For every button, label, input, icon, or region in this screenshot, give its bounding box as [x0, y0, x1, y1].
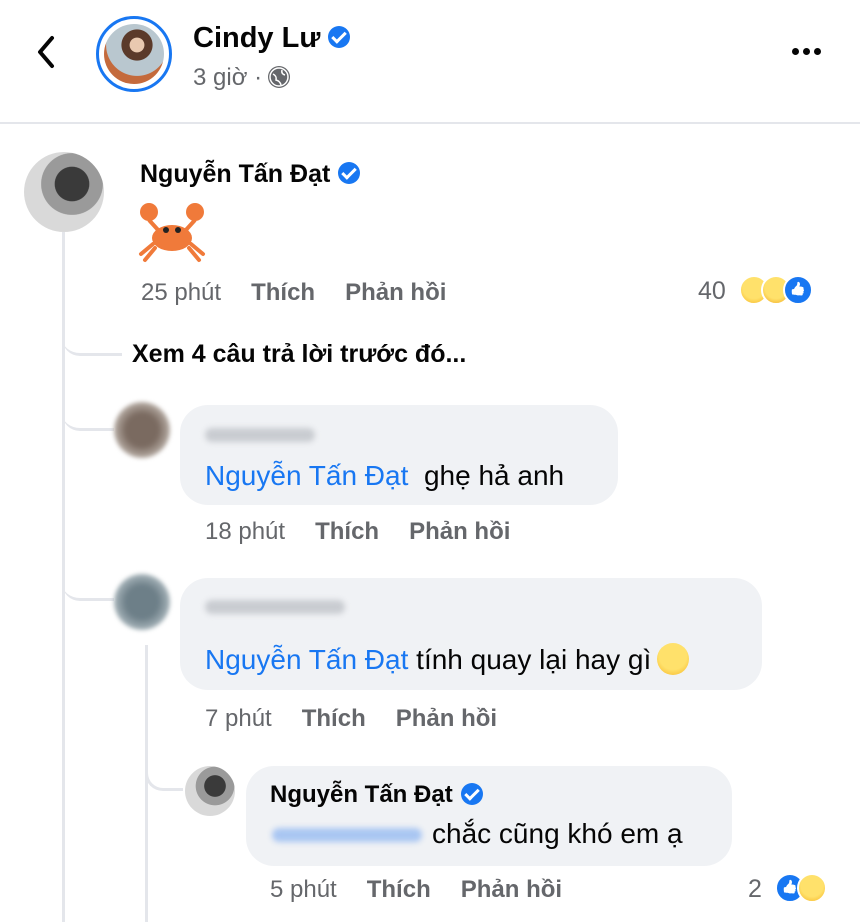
reply-button[interactable]: Phản hồi: [396, 705, 497, 732]
like-button[interactable]: Thích: [251, 279, 315, 306]
reply-button[interactable]: Phản hồi: [409, 518, 510, 545]
verified-badge-icon: [328, 26, 351, 49]
verified-badge-icon: [338, 162, 361, 185]
commenter-avatar[interactable]: [24, 152, 104, 232]
post-time-text: 3 giờ ·: [193, 64, 263, 91]
reply-button[interactable]: Phản hồi: [461, 876, 562, 903]
reaction-summary[interactable]: 2: [748, 873, 827, 905]
reaction-count: 40: [698, 277, 726, 305]
comment-text: Nguyễn Tấn Đạt tính quay lại hay gì: [205, 642, 690, 678]
comment-meta: 7 phút Thích Phản hồi: [205, 705, 497, 733]
post-header: Cindy Lư 3 giờ ·: [0, 0, 860, 122]
commenter-name[interactable]: Nguyễn Tấn Đạt: [140, 160, 361, 189]
page-name-text: Cindy Lư: [193, 22, 321, 54]
page-avatar[interactable]: [96, 16, 172, 92]
comment-meta: 5 phút Thích Phản hồi: [270, 876, 562, 904]
comment-body: chắc cũng khó em ạ: [432, 818, 683, 849]
verified-badge-icon: [460, 782, 483, 805]
post-time: 3 giờ ·: [193, 64, 291, 92]
thread-connector: [62, 565, 114, 601]
comment-time: 7 phút: [205, 705, 272, 732]
reaction-summary[interactable]: 40: [698, 275, 813, 307]
comment-text: chắc cũng khó em ạ: [432, 818, 683, 850]
thread-connector: [145, 755, 183, 791]
crab-emoji-icon: [139, 203, 205, 262]
comment-time: 5 phút: [270, 876, 337, 903]
view-previous-replies[interactable]: Xem 4 câu trả lời trước đó...: [132, 340, 466, 369]
page-name[interactable]: Cindy Lư: [193, 22, 351, 55]
commenter-avatar[interactable]: [185, 766, 235, 816]
mention-link[interactable]: Nguyễn Tấn Đạt: [205, 644, 408, 675]
more-dot-icon: [792, 48, 799, 55]
comment-body: ghẹ hả anh: [423, 460, 565, 491]
comment-text: Nguyễn Tấn Đạt ghẹ hả anh: [205, 460, 564, 492]
commenter-name-text: Nguyễn Tấn Đạt: [140, 160, 331, 188]
commenter-name[interactable]: Nguyễn Tấn Đạt: [270, 781, 483, 809]
thread-connector: [62, 322, 122, 356]
more-dot-icon: [803, 48, 810, 55]
reply-button[interactable]: Phản hồi: [345, 279, 446, 306]
commenter-name-text: Nguyễn Tấn Đạt: [270, 781, 453, 808]
commenter-avatar[interactable]: [114, 402, 170, 458]
redacted-commenter-name: [205, 428, 315, 442]
like-button[interactable]: Thích: [367, 876, 431, 903]
chevron-left-icon: [38, 36, 54, 68]
reaction-count: 2: [748, 875, 762, 903]
commenter-avatar[interactable]: [114, 574, 170, 630]
comment-body: tính quay lại hay gì: [416, 644, 652, 675]
like-button[interactable]: Thích: [315, 518, 379, 545]
haha-reaction-icon: [796, 873, 827, 904]
redacted-mention: [272, 828, 422, 842]
comment-meta: 25 phút Thích Phản hồi: [141, 279, 446, 307]
back-button[interactable]: [28, 30, 68, 74]
more-options-button[interactable]: [792, 42, 832, 62]
thread-connector: [62, 395, 114, 431]
comment-time: 25 phút: [141, 279, 222, 306]
zany-face-emoji-icon: [657, 642, 690, 675]
more-dot-icon: [814, 48, 821, 55]
comment-time: 18 phút: [205, 518, 286, 545]
redacted-commenter-name: [205, 600, 345, 614]
mention-link[interactable]: Nguyễn Tấn Đạt: [205, 460, 408, 491]
like-button[interactable]: Thích: [302, 705, 366, 732]
globe-icon: [268, 65, 291, 88]
page-avatar-image: [104, 24, 164, 84]
header-divider: [0, 122, 860, 124]
like-reaction-icon: [782, 275, 813, 306]
comment-meta: 18 phút Thích Phản hồi: [205, 518, 510, 546]
